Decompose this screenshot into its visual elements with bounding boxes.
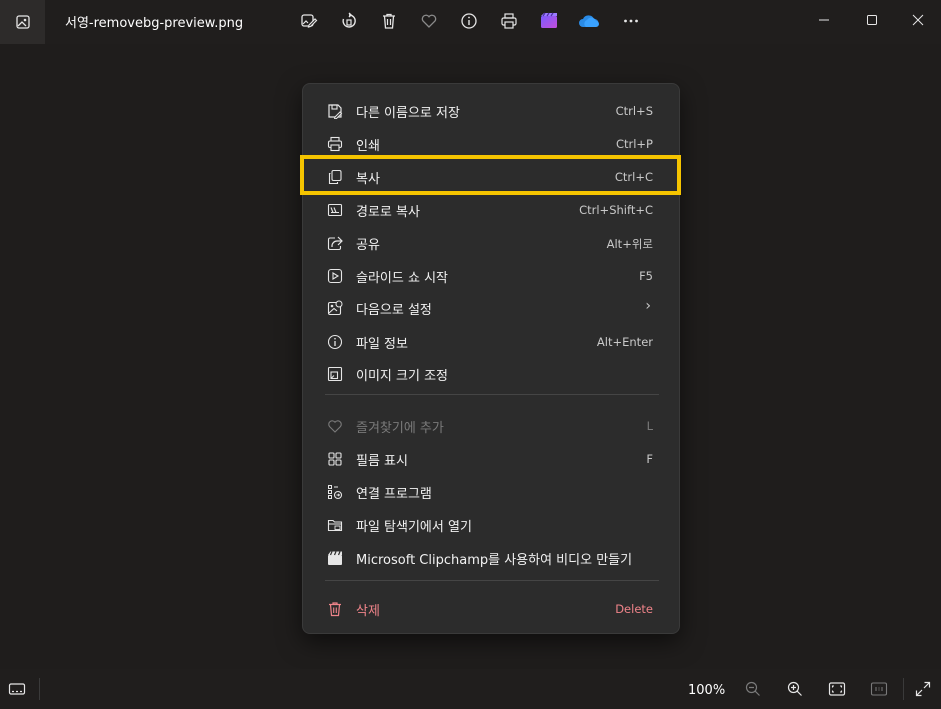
save-as-icon: [327, 103, 343, 119]
delete-button[interactable]: [375, 8, 403, 34]
trash-icon: [327, 601, 343, 617]
menu-item-open-in-explorer[interactable]: 파일 탐색기에서 열기: [307, 510, 675, 540]
clipchamp-icon: [541, 12, 557, 28]
filmstrip-toggle-button[interactable]: [4, 677, 30, 701]
copy-path-icon: [327, 202, 343, 218]
edit-image-icon: [301, 14, 318, 28]
close-icon: [912, 14, 924, 26]
actual-size-button[interactable]: [866, 677, 892, 701]
menu-item-label: 다른 이름으로 저장: [356, 106, 460, 121]
menu-item-add-to-favorites: 즐겨찾기에 추가 L: [307, 411, 675, 441]
menu-item-set-as[interactable]: 다음으로 설정 ›: [307, 293, 675, 323]
photos-app-icon: [15, 15, 30, 29]
info-button[interactable]: [455, 8, 483, 34]
resize-icon: [327, 366, 343, 382]
menu-item-shortcut: Ctrl+Shift+C: [579, 203, 653, 217]
fit-to-window-button[interactable]: [824, 677, 850, 701]
menu-item-share[interactable]: 공유 Alt+위로: [307, 228, 675, 258]
fullscreen-button[interactable]: [910, 677, 936, 701]
app-icon[interactable]: [0, 0, 45, 44]
menu-item-label: 인쇄: [356, 139, 380, 154]
status-divider: [39, 678, 40, 700]
zoom-in-icon: [787, 681, 802, 696]
menu-item-file-info[interactable]: 파일 정보 Alt+Enter: [307, 327, 675, 357]
filmstrip-icon: [8, 683, 26, 695]
fit-to-window-icon: [828, 682, 846, 696]
onedrive-button[interactable]: [575, 8, 603, 34]
menu-item-label: 파일 탐색기에서 열기: [356, 520, 472, 535]
file-name-title: 서영-removebg-preview.png: [65, 16, 244, 31]
menu-item-show-filmstrip[interactable]: 필름 표시 F: [307, 444, 675, 474]
menu-item-label: 슬라이드 쇼 시작: [356, 271, 448, 286]
heart-icon: [327, 418, 343, 434]
maximize-icon: [867, 15, 877, 25]
trash-icon: [383, 13, 395, 29]
zoom-out-icon: [745, 681, 760, 696]
menu-item-shortcut: Alt+위로: [606, 237, 653, 251]
menu-item-shortcut: L: [646, 419, 653, 433]
menu-item-open-with[interactable]: 연결 프로그램: [307, 477, 675, 507]
menu-separator: [325, 580, 659, 581]
info-icon: [327, 334, 343, 350]
fullscreen-icon: [915, 681, 931, 697]
menu-item-label: 즐겨찾기에 추가: [356, 421, 444, 436]
menu-item-shortcut: Ctrl+S: [615, 104, 653, 118]
folder-icon: [327, 517, 343, 533]
open-with-icon: [327, 484, 343, 500]
set-as-icon: [327, 300, 343, 316]
print-icon: [501, 13, 517, 29]
menu-item-save-as[interactable]: 다른 이름으로 저장 Ctrl+S: [307, 96, 675, 126]
menu-item-label: 이미지 크기 조정: [356, 369, 448, 384]
share-icon: [327, 235, 343, 251]
menu-separator: [325, 394, 659, 395]
onedrive-icon: [579, 15, 599, 27]
menu-item-slideshow[interactable]: 슬라이드 쇼 시작 F5: [307, 261, 675, 291]
zoom-in-button[interactable]: [782, 677, 808, 701]
close-button[interactable]: [895, 0, 941, 40]
print-button[interactable]: [495, 8, 523, 34]
menu-item-delete[interactable]: 삭제 Delete: [307, 594, 675, 624]
status-divider: [903, 678, 904, 700]
menu-item-copy-as-path[interactable]: 경로로 복사 Ctrl+Shift+C: [307, 195, 675, 225]
minimize-icon: [819, 19, 829, 21]
copy-highlight-box: [300, 155, 681, 195]
rotate-button[interactable]: [335, 8, 363, 34]
heart-icon: [421, 14, 437, 28]
minimize-button[interactable]: [801, 0, 847, 40]
menu-item-label: 삭제: [356, 604, 380, 619]
menu-item-label: 경로로 복사: [356, 205, 420, 220]
menu-item-shortcut: F5: [639, 269, 653, 283]
maximize-button[interactable]: [849, 0, 895, 40]
zoom-out-button[interactable]: [740, 677, 766, 701]
menu-item-label: 연결 프로그램: [356, 487, 432, 502]
menu-item-shortcut: Ctrl+P: [615, 137, 653, 151]
zoom-level[interactable]: 100%: [688, 683, 725, 698]
menu-item-shortcut: Alt+Enter: [596, 335, 653, 349]
menu-item-clipchamp[interactable]: Microsoft Clipchamp를 사용하여 비디오 만들기: [307, 543, 675, 573]
submenu-chevron: ›: [645, 298, 651, 314]
clipchamp-button[interactable]: [535, 8, 563, 34]
filmstrip-icon: [327, 451, 343, 467]
menu-item-shortcut: Delete: [615, 602, 653, 616]
menu-item-label: 다음으로 설정: [356, 303, 432, 318]
edit-image-button[interactable]: [295, 8, 323, 34]
more-icon: [624, 19, 638, 23]
more-options-button[interactable]: [617, 8, 645, 34]
clipchamp-icon: [327, 550, 343, 566]
menu-item-label: 공유: [356, 238, 380, 253]
menu-item-label: Microsoft Clipchamp를 사용하여 비디오 만들기: [356, 553, 633, 568]
title-bar: 서영-removebg-preview.png: [0, 0, 941, 44]
rotate-icon: [342, 12, 356, 28]
status-bar: 100%: [0, 669, 941, 709]
print-icon: [327, 136, 343, 152]
menu-item-label: 파일 정보: [356, 337, 408, 352]
menu-item-label: 필름 표시: [356, 454, 408, 469]
actual-size-icon: [870, 682, 888, 696]
menu-item-resize-image[interactable]: 이미지 크기 조정: [307, 359, 675, 389]
slideshow-icon: [327, 268, 343, 284]
favorite-button[interactable]: [415, 8, 443, 34]
info-icon: [461, 13, 477, 29]
menu-item-shortcut: F: [646, 452, 653, 466]
